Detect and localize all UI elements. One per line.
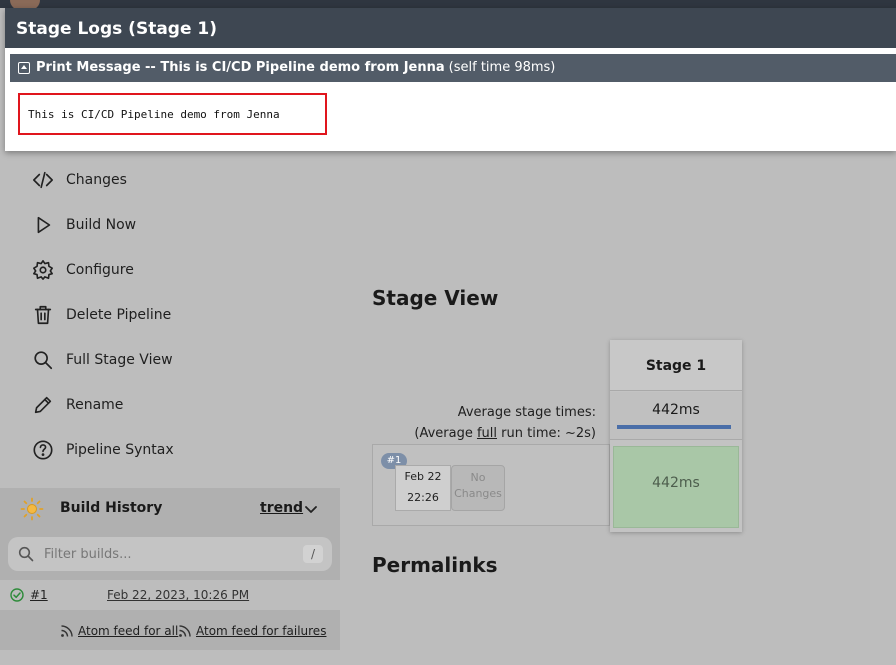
stage-average-value: 442ms [652,402,700,418]
build-history-header: Build History trend [0,488,340,530]
atom-feed-failures-label: Atom feed for failures [196,624,327,638]
build-number-link[interactable]: #1 [30,588,48,602]
build-row[interactable]: #1 Feb 22, 2023, 10:26 PM [0,580,340,610]
pipeline-run-row: #1 Feb 22 22:26 No Changes [372,444,610,526]
sidebar-item-configure[interactable]: Configure [30,255,134,285]
gear-icon [30,257,56,283]
sidebar-item-label: Changes [66,172,127,188]
log-output-highlight: This is CI/CD Pipeline demo from Jenna [18,93,327,135]
pencil-icon [30,392,56,418]
run-date: Feb 22 [404,470,442,483]
header-bar [0,0,896,8]
step-label: Print Message -- This is CI/CD Pipeline … [36,60,445,75]
play-icon [30,212,56,238]
avg-run-suffix: run time: ~2s) [497,426,596,441]
run-date-box: Feb 22 22:26 [395,465,451,511]
sidebar-item-changes[interactable]: Changes [30,165,127,195]
full-run-link[interactable]: full [477,426,497,441]
stage-view-heading: Stage View [372,286,499,310]
search-icon [30,347,56,373]
keyboard-shortcut-badge: / [303,545,323,563]
search-icon [18,546,34,562]
sidebar-item-full-stage-view[interactable]: Full Stage View [30,345,173,375]
stage-header: Stage 1 [610,340,742,391]
sidebar-item-label: Rename [66,397,124,413]
sidebar-item-delete-pipeline[interactable]: Delete Pipeline [30,300,171,330]
sidebar-item-label: Full Stage View [66,352,173,368]
code-icon [30,167,56,193]
avg-stage-times-text: Average stage times: [457,405,596,420]
avg-run-prefix: (Average [414,426,477,441]
success-check-icon [10,588,24,602]
stage-logs-dialog: Stage Logs (Stage 1) Print Message -- Th… [5,8,896,151]
filter-placeholder: Filter builds... [44,547,132,562]
dialog-title: Stage Logs (Stage 1) [5,8,896,48]
filter-builds-input[interactable]: Filter builds... / [8,537,332,571]
stage-run-cell[interactable]: 442ms [613,446,739,528]
build-date-link[interactable]: Feb 22, 2023, 10:26 PM [107,588,249,602]
atom-feed-all-link[interactable]: Atom feed for all [60,624,178,638]
sidebar-item-label: Pipeline Syntax [66,442,174,458]
sidebar-item-rename[interactable]: Rename [30,390,123,420]
stage-average-time: 442ms [610,392,742,440]
run-time: 22:26 [407,491,439,504]
permalinks-heading: Permalinks [372,553,498,577]
trash-icon [30,302,56,328]
no-changes-box: No Changes [451,465,505,511]
rss-icon [179,625,191,637]
atom-feed-failures-link[interactable]: Atom feed for failures [178,624,326,638]
sidebar-item-label: Delete Pipeline [66,307,172,323]
avg-run-time-text: (Average full run time: ~2s) [372,423,596,444]
chevron-down-icon[interactable] [303,501,319,517]
build-history-title: Build History [60,500,163,516]
log-step-header[interactable]: Print Message -- This is CI/CD Pipeline … [10,54,896,82]
rss-icon [61,625,73,637]
atom-feeds: Atom feed for all Atom feed for failures [0,614,340,650]
build-history-panel: Build History trend Filter builds... / #… [0,488,340,650]
stage-average-bar [617,425,731,429]
stage-column: Stage 1 442ms 442ms [610,340,742,532]
self-time: (self time 98ms) [448,60,556,75]
log-output: This is CI/CD Pipeline demo from Jenna [28,108,280,121]
trend-link[interactable]: trend [260,500,303,516]
help-icon [30,437,56,463]
sidebar-item-label: Build Now [66,217,137,233]
sidebar-item-pipeline-syntax[interactable]: Pipeline Syntax [30,435,174,465]
average-times-label: Average stage times: (Average full run t… [372,402,596,444]
sidebar-item-build-now[interactable]: Build Now [30,210,136,240]
collapse-icon[interactable] [18,62,30,74]
weather-sunny-icon [20,497,44,521]
sidebar-item-label: Configure [66,262,134,278]
atom-feed-all-label: Atom feed for all [78,624,179,638]
